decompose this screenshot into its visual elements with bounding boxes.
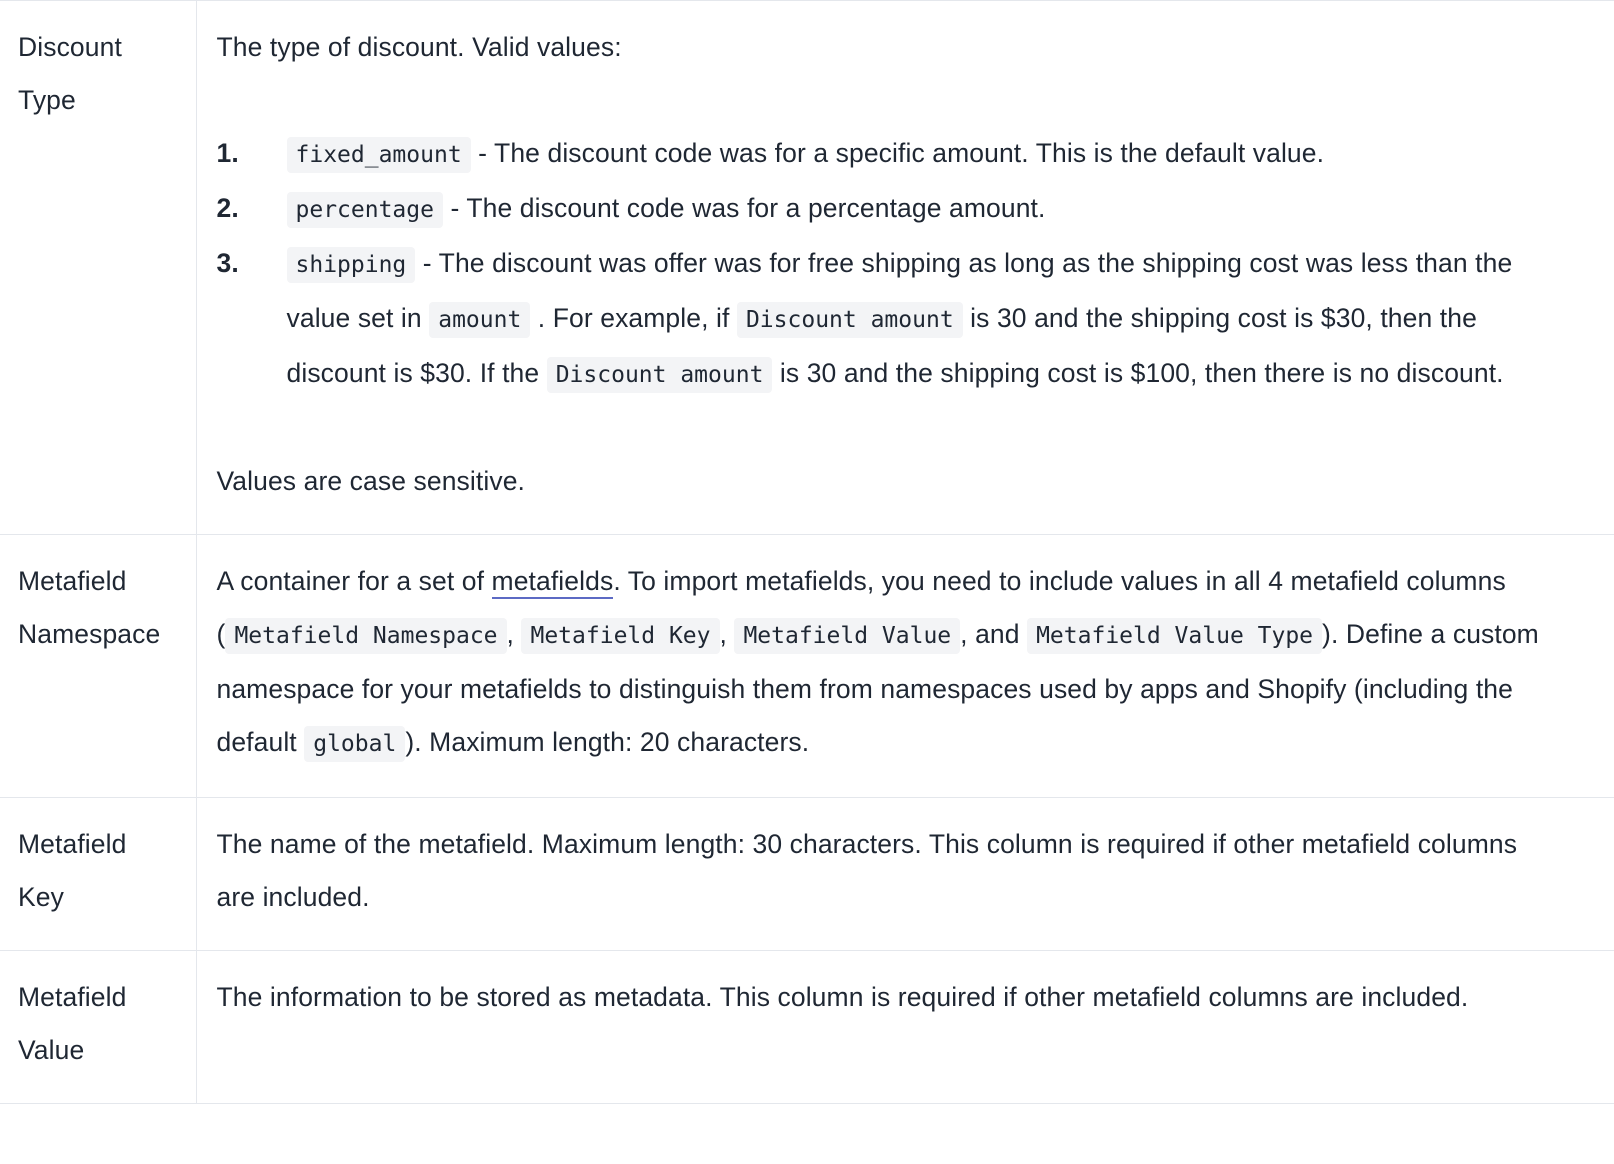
- row-field-name-metafield-value: Metafield Value: [0, 950, 197, 1104]
- code-discount-amount: Discount amount: [736, 302, 963, 338]
- list-item-text: - The discount code was for a percentage…: [450, 193, 1046, 223]
- valid-values-list: fixed_amount - The discount code was for…: [217, 127, 1555, 402]
- row-description-metafield-namespace: A container for a set of metafields. To …: [196, 535, 1614, 798]
- text-fragment: , and: [960, 619, 1020, 649]
- description-text: The name of the metafield. Maximum lengt…: [216, 829, 1518, 912]
- text-fragment: ,: [719, 619, 727, 649]
- list-item: fixed_amount - The discount code was for…: [217, 127, 1555, 182]
- list-item: percentage - The discount code was for a…: [217, 182, 1555, 237]
- field-name-line: Metafield: [18, 982, 127, 1012]
- text-fragment: A container for a set of: [216, 566, 485, 596]
- text-fragment: ,: [506, 619, 515, 649]
- code-discount-amount: Discount amount: [546, 357, 773, 393]
- description-text: The information to be stored as metadata…: [216, 982, 1469, 1012]
- table-row: Metafield Namespace A container for a se…: [0, 534, 1614, 798]
- field-name-line: Metafield: [18, 566, 127, 596]
- field-name-line: Discount: [18, 32, 122, 62]
- code-shipping: shipping: [286, 247, 416, 283]
- field-name-line: Type: [18, 85, 76, 115]
- description-text: A container for a set of metafields. To …: [217, 555, 1555, 771]
- row-field-name-discount-type: Discount Type: [0, 1, 197, 535]
- list-item-text: - The discount code was for a specific a…: [478, 138, 1325, 168]
- list-item-text: is 30 and the shipping cost is $100, the…: [779, 358, 1504, 388]
- code-metafield-value-type: Metafield Value Type: [1027, 618, 1323, 654]
- table-row: Discount Type The type of discount. Vali…: [0, 1, 1614, 535]
- list-item-text: . For example, if: [537, 303, 730, 333]
- row-description-metafield-key: The name of the metafield. Maximum lengt…: [196, 798, 1614, 951]
- table-row: Metafield Key The name of the metafield.…: [0, 797, 1614, 951]
- field-name-line: Value: [18, 1035, 85, 1065]
- field-name-line: Metafield: [18, 829, 127, 859]
- code-fixed-amount: fixed_amount: [286, 137, 471, 173]
- code-amount: amount: [429, 302, 531, 338]
- description-outro: Values are case sensitive.: [216, 466, 525, 496]
- description-intro: The type of discount. Valid values:: [216, 32, 622, 62]
- list-item: shipping - The discount was offer was fo…: [217, 237, 1555, 402]
- row-description-metafield-value: The information to be stored as metadata…: [196, 951, 1614, 1104]
- code-global: global: [304, 726, 406, 762]
- code-metafield-value: Metafield Value: [734, 618, 961, 654]
- row-field-name-metafield-namespace: Metafield Namespace: [0, 534, 197, 798]
- row-field-name-metafield-key: Metafield Key: [0, 797, 197, 951]
- table-row: Metafield Value The information to be st…: [0, 950, 1614, 1104]
- row-description-discount-type: The type of discount. Valid values: fixe…: [196, 1, 1614, 535]
- code-percentage: percentage: [286, 192, 443, 228]
- reference-table: Discount Type The type of discount. Vali…: [0, 1, 1614, 1104]
- code-metafield-namespace: Metafield Namespace: [225, 618, 507, 654]
- field-name-line: Namespace: [18, 619, 161, 649]
- code-metafield-key: Metafield Key: [521, 618, 720, 654]
- metafields-link[interactable]: metafields: [491, 566, 614, 599]
- text-fragment: ). Maximum length: 20 characters.: [405, 727, 810, 757]
- field-name-line: Key: [18, 882, 64, 912]
